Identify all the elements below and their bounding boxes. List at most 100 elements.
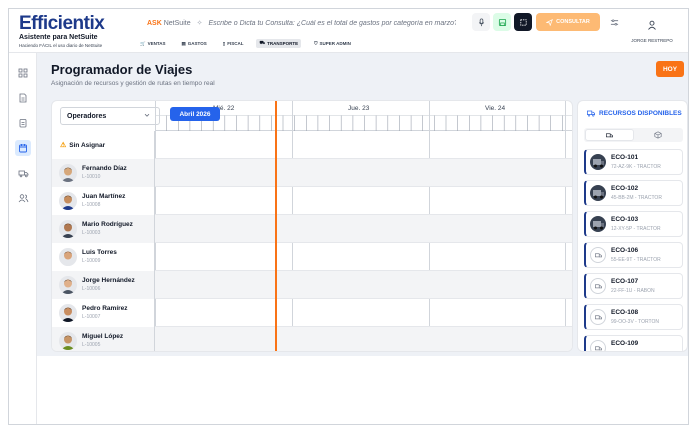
resource-code: ECO-106 [611,247,639,254]
tab-vehicles[interactable] [585,129,634,141]
logo-tagline: Haciendo FÁCIL el uso diario de NetSuite [19,43,103,48]
operator-name: Luis Torres [82,249,117,256]
operators-select[interactable]: Operadores [60,107,160,125]
receipt-icon: ▤ [181,40,186,46]
sidebar-clipboard[interactable] [15,115,31,131]
resource-code: ECO-102 [611,185,639,192]
sidebar-users[interactable] [15,190,31,206]
resource-desc: 72-AZ-9K - TRACTOR [611,164,661,170]
calendar-icon [19,144,27,153]
row-label: Juan Martínez L-10008 [52,187,155,215]
truck-icon [606,132,613,137]
scheduler-card: Mié. 22 Jue. 23 Vie. 24 Operadores Abril… [51,100,573,352]
resource-item[interactable]: ECO-108 99-OO-3V - TORTON [584,304,683,330]
resource-item[interactable]: ECO-101 72-AZ-9K - TRACTOR [584,149,683,175]
resource-item[interactable]: ECO-103 12-XY-5P - TRACTOR [584,211,683,237]
month-badge[interactable]: Abril 2026 [170,107,220,121]
user-icon [648,20,656,30]
ask-input[interactable]: Escribe o Dicta tu Consulta: ¿Cuál es el… [208,20,456,27]
avatar [59,164,77,182]
document-icon [19,93,27,103]
resource-item[interactable]: ECO-106 55-EE-9T - TRACTOR [584,242,683,268]
avatar [59,192,77,210]
settings-button[interactable] [605,13,623,31]
ask-brand: ASK NetSuite [147,19,191,27]
operator-row[interactable]: Jorge Hernández L-10006 [52,271,572,299]
operator-name: Fernando Díaz [82,165,127,172]
operator-name: Mario Rodríguez [82,221,133,228]
sidebar-dashboard[interactable] [15,65,31,81]
screenshot-button[interactable] [514,13,532,31]
operator-row[interactable]: Luis Torres L-10009 [52,243,572,271]
user-menu[interactable]: JORGE RESTREPO [622,17,682,43]
today-button[interactable]: HOY [656,61,684,77]
truck-icon [590,340,606,351]
crop-icon [519,18,527,26]
tab-trailers[interactable] [633,129,682,141]
grid-icon [18,68,28,78]
operator-name: Jorge Hernández [82,277,135,284]
microphone-button[interactable] [472,13,490,31]
sidebar-documents[interactable] [15,90,31,106]
row-label: Luis Torres L-10009 [52,243,155,271]
resource-desc: 99-OO-3V - TORTON [611,319,659,325]
operator-code: L-10008 [82,202,101,208]
sparkle-icon: ✧ [196,20,203,27]
cart-icon: 🛒 [140,40,146,46]
avatar [59,248,77,266]
main-nav: 🛒 VENTAS ▤ GASTOS ▯ FISCAL ⛟ TRANSPORTE ⛉ SUP… [137,39,354,48]
resources-panel: RECURSOS DISPONIBLES ECO-101 72-AZ-9K - T… [577,100,688,352]
row-label: Fernando Díaz L-10010 [52,159,155,187]
row-label: ⚠ Sin Asignar [52,131,155,159]
app-window: Efficientix Asistente para NetSuite Haci… [8,8,689,425]
resource-item[interactable]: ECO-109 [584,335,683,351]
truck-icon [18,170,28,178]
document-icon: ▯ [222,40,226,46]
truck-icon [590,247,606,263]
nav-gastos[interactable]: ▤ GASTOS [179,39,210,48]
clipboard-icon [19,119,27,128]
microphone-icon [478,17,484,26]
truck-icon [590,309,606,325]
nav-ventas[interactable]: 🛒 VENTAS [137,39,169,48]
row-label: Mario Rodríguez L-10003 [52,215,155,243]
resource-code: ECO-107 [611,278,639,285]
operator-row[interactable]: Fernando Díaz L-10010 [52,159,572,187]
truck-icon [587,110,595,117]
unassigned-row: ⚠ Sin Asignar [52,131,572,159]
resource-desc: 22-FF-1U - RABON [611,288,655,294]
avatar [59,304,77,322]
consultar-button[interactable]: CONSULTAR [536,13,600,31]
users-icon [18,194,28,203]
sidebar [9,53,37,424]
nav-transporte[interactable]: ⛟ TRANSPORTE [256,39,302,48]
truck-photo [590,216,606,232]
day-label: Jue. 23 [348,105,370,112]
truck-icon [590,278,606,294]
save-button[interactable] [493,13,511,31]
operator-name: Miguel López [82,333,124,340]
resource-desc: 12-XY-5P - TRACTOR [611,226,661,232]
truck-photo [590,185,606,201]
row-label: Jorge Hernández L-10006 [52,271,155,299]
operator-row[interactable]: Juan Martínez L-10008 [52,187,572,215]
operator-row[interactable]: Pedro Ramírez L-10007 [52,299,572,327]
box-icon [653,131,662,139]
sliders-icon [610,18,618,26]
operator-code: L-10009 [82,258,101,264]
send-icon [546,18,554,26]
operator-row[interactable]: Miguel López L-10005 [52,327,572,351]
resource-item[interactable]: ECO-107 22-FF-1U - RABON [584,273,683,299]
resource-item[interactable]: ECO-102 45-BB-2M - TRACTOR [584,180,683,206]
operator-name: Pedro Ramírez [82,305,128,312]
resource-code: ECO-108 [611,309,639,316]
sidebar-fleet[interactable] [15,165,31,181]
operator-row[interactable]: Mario Rodríguez L-10003 [52,215,572,243]
nav-fiscal[interactable]: ▯ FISCAL [220,39,247,48]
operator-code: L-10006 [82,286,101,292]
nav-super-admin[interactable]: ⛉ SUPER ADMIN [311,39,354,48]
top-header: Efficientix Asistente para NetSuite Haci… [9,9,688,53]
avatar [59,276,77,294]
sidebar-calendar[interactable] [15,140,31,156]
row-label: Miguel López L-10005 [52,327,155,351]
